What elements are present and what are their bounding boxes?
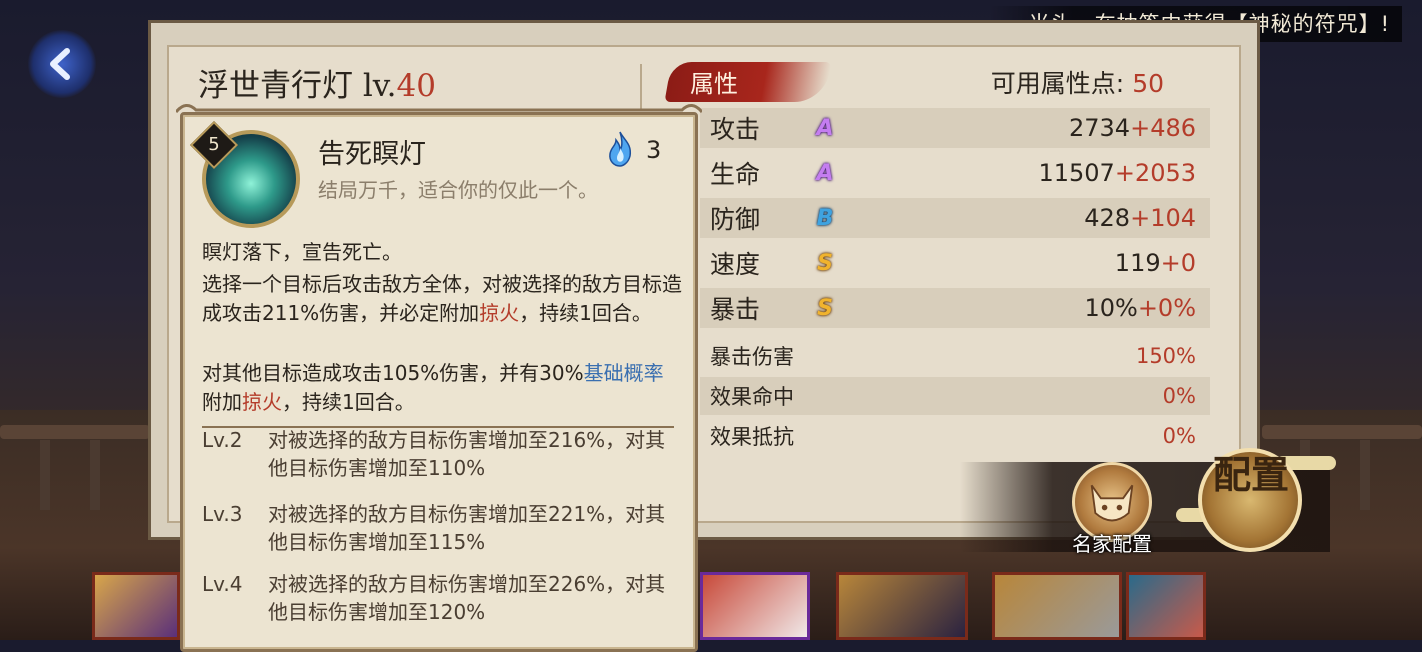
- stat-value: 119+0: [840, 249, 1210, 277]
- skill-desc-intro: 瞑灯落下，宣告死亡。: [202, 240, 402, 264]
- stat-name: 效果命中: [710, 385, 794, 409]
- desc-text: ，持续1回合。: [519, 301, 652, 325]
- stat-base: 428: [1084, 204, 1131, 232]
- substat-row-crit-damage: 暴击伤害 150%: [700, 337, 1210, 375]
- stat-name: 防御: [710, 205, 761, 234]
- back-arrow-icon: [50, 48, 70, 80]
- available-points-value: 50: [1132, 69, 1164, 98]
- character-card[interactable]: [1126, 572, 1206, 640]
- stat-row-crit: 暴击 S 10%+0%: [700, 288, 1210, 328]
- grade-badge-icon: B: [816, 205, 834, 231]
- skill-level-badge-number: 5: [208, 134, 220, 155]
- level-tag: Lv.2: [202, 430, 243, 452]
- shikigami-title: 浮世青行灯 lv.40: [198, 60, 436, 105]
- skill-quote: 结局万千，适合你的仅此一个。: [318, 178, 598, 202]
- level-tag: Lv.4: [202, 572, 243, 596]
- grade-badge-icon: S: [817, 295, 833, 321]
- desc-text: 附加: [202, 390, 242, 414]
- stat-value: 150%: [1135, 344, 1196, 368]
- level-text: 对被选择的敌方目标伤害增加至226%，对其他目标伤害增加至120%: [268, 572, 666, 624]
- stat-name: 攻击: [710, 115, 761, 144]
- stat-bonus: +0: [1160, 249, 1196, 277]
- tooltip-ornament: [176, 104, 702, 114]
- preset-label: 名家配置: [1072, 532, 1152, 556]
- stat-value: 2734+486: [840, 114, 1210, 142]
- stat-value: 0%: [1162, 384, 1196, 408]
- grade-badge-icon: S: [817, 250, 833, 276]
- fence-post: [90, 440, 100, 510]
- stat-name: 效果抵抗: [710, 425, 794, 449]
- level-list[interactable]: Lv.2 对被选择的敌方目标伤害增加至216%，对其他目标伤害增加至110% L…: [190, 430, 690, 640]
- desc-keyword[interactable]: 掠火: [242, 390, 282, 414]
- level-text: 对被选择的敌方目标伤害增加至221%，对其他目标伤害增加至115%: [268, 502, 666, 554]
- desc-text: 对其他目标造成攻击105%伤害，并有30%: [202, 361, 584, 385]
- stat-row-hp: 生命 A 11507+2053: [700, 153, 1210, 193]
- desc-keyword[interactable]: 掠火: [479, 301, 519, 325]
- torii-beam-right: [1262, 425, 1422, 439]
- grade-badge-icon: A: [816, 160, 834, 186]
- config-label: 配置: [1212, 452, 1289, 497]
- skill-cost: 3: [646, 136, 662, 164]
- stat-value: 11507+2053: [840, 159, 1210, 187]
- level-row: Lv.4 对被选择的敌方目标伤害增加至226%，对其他目标伤害增加至120%: [202, 570, 682, 626]
- skill-name: 告死瞑灯: [318, 139, 426, 170]
- stat-base: 2734: [1069, 114, 1131, 142]
- torii-beam-left: [0, 425, 150, 439]
- fence-post: [1360, 440, 1370, 510]
- character-card[interactable]: [700, 572, 810, 640]
- level-tag: Lv.3: [202, 502, 243, 526]
- skill-desc-secondary: 对其他目标造成攻击105%伤害，并有30%基础概率附加掠火，持续1回合。: [202, 359, 682, 417]
- stat-row-attack: 攻击 A 2734+486: [700, 108, 1210, 148]
- stat-value: 428+104: [840, 204, 1210, 232]
- stat-row-speed: 速度 S 119+0: [700, 243, 1210, 283]
- level-row: Lv.2 对被选择的敌方目标伤害增加至216%，对其他目标伤害增加至110%: [202, 430, 682, 482]
- level-text: 对被选择的敌方目标伤害增加至216%，对其他目标伤害增加至110%: [268, 430, 666, 480]
- stat-bonus: +486: [1130, 114, 1196, 142]
- stat-name: 速度: [710, 250, 761, 279]
- stat-bonus: +0%: [1137, 294, 1196, 322]
- desc-keyword[interactable]: 基础概率: [584, 361, 664, 385]
- level-row: Lv.3 对被选择的敌方目标伤害增加至221%，对其他目标伤害增加至115%: [202, 500, 682, 556]
- substat-row-effect-resist: 效果抵抗 0%: [700, 417, 1210, 455]
- character-card[interactable]: [836, 572, 968, 640]
- stat-base: 11507: [1038, 159, 1115, 187]
- attribute-section-label: 属性: [690, 70, 738, 98]
- substat-row-effect-hit: 效果命中 0%: [700, 377, 1210, 415]
- available-points-label: 可用属性点:: [990, 69, 1125, 98]
- fence-post: [40, 440, 50, 510]
- level-prefix: lv.: [362, 68, 397, 104]
- stat-name: 暴击伤害: [710, 345, 794, 369]
- tooltip-divider: [202, 426, 674, 428]
- grade-badge-icon: A: [816, 115, 834, 141]
- back-button[interactable]: [28, 30, 96, 98]
- stat-row-defense: 防御 B 428+104: [700, 198, 1210, 238]
- available-points: 可用属性点: 50: [991, 64, 1164, 100]
- level-value: 40: [396, 68, 436, 104]
- blue-fire-icon: [609, 131, 632, 167]
- desc-text: ，持续1回合。: [282, 390, 415, 414]
- stat-bonus: +2053: [1114, 159, 1196, 187]
- stat-base: 119: [1114, 249, 1161, 277]
- stat-name: 生命: [710, 160, 761, 189]
- character-card[interactable]: [92, 572, 180, 640]
- stat-bonus: +104: [1130, 204, 1196, 232]
- stat-value: 10%+0%: [840, 294, 1210, 322]
- stat-value: 0%: [1162, 424, 1196, 448]
- skill-desc-main: 选择一个目标后攻击敌方全体，对被选择的敌方目标造成攻击211%伤害，并必定附加掠…: [202, 270, 682, 328]
- stat-base: 10%: [1084, 294, 1138, 322]
- character-card[interactable]: [992, 572, 1122, 640]
- shikigami-name: 浮世青行灯: [198, 68, 353, 104]
- stat-name: 暴击: [710, 295, 761, 324]
